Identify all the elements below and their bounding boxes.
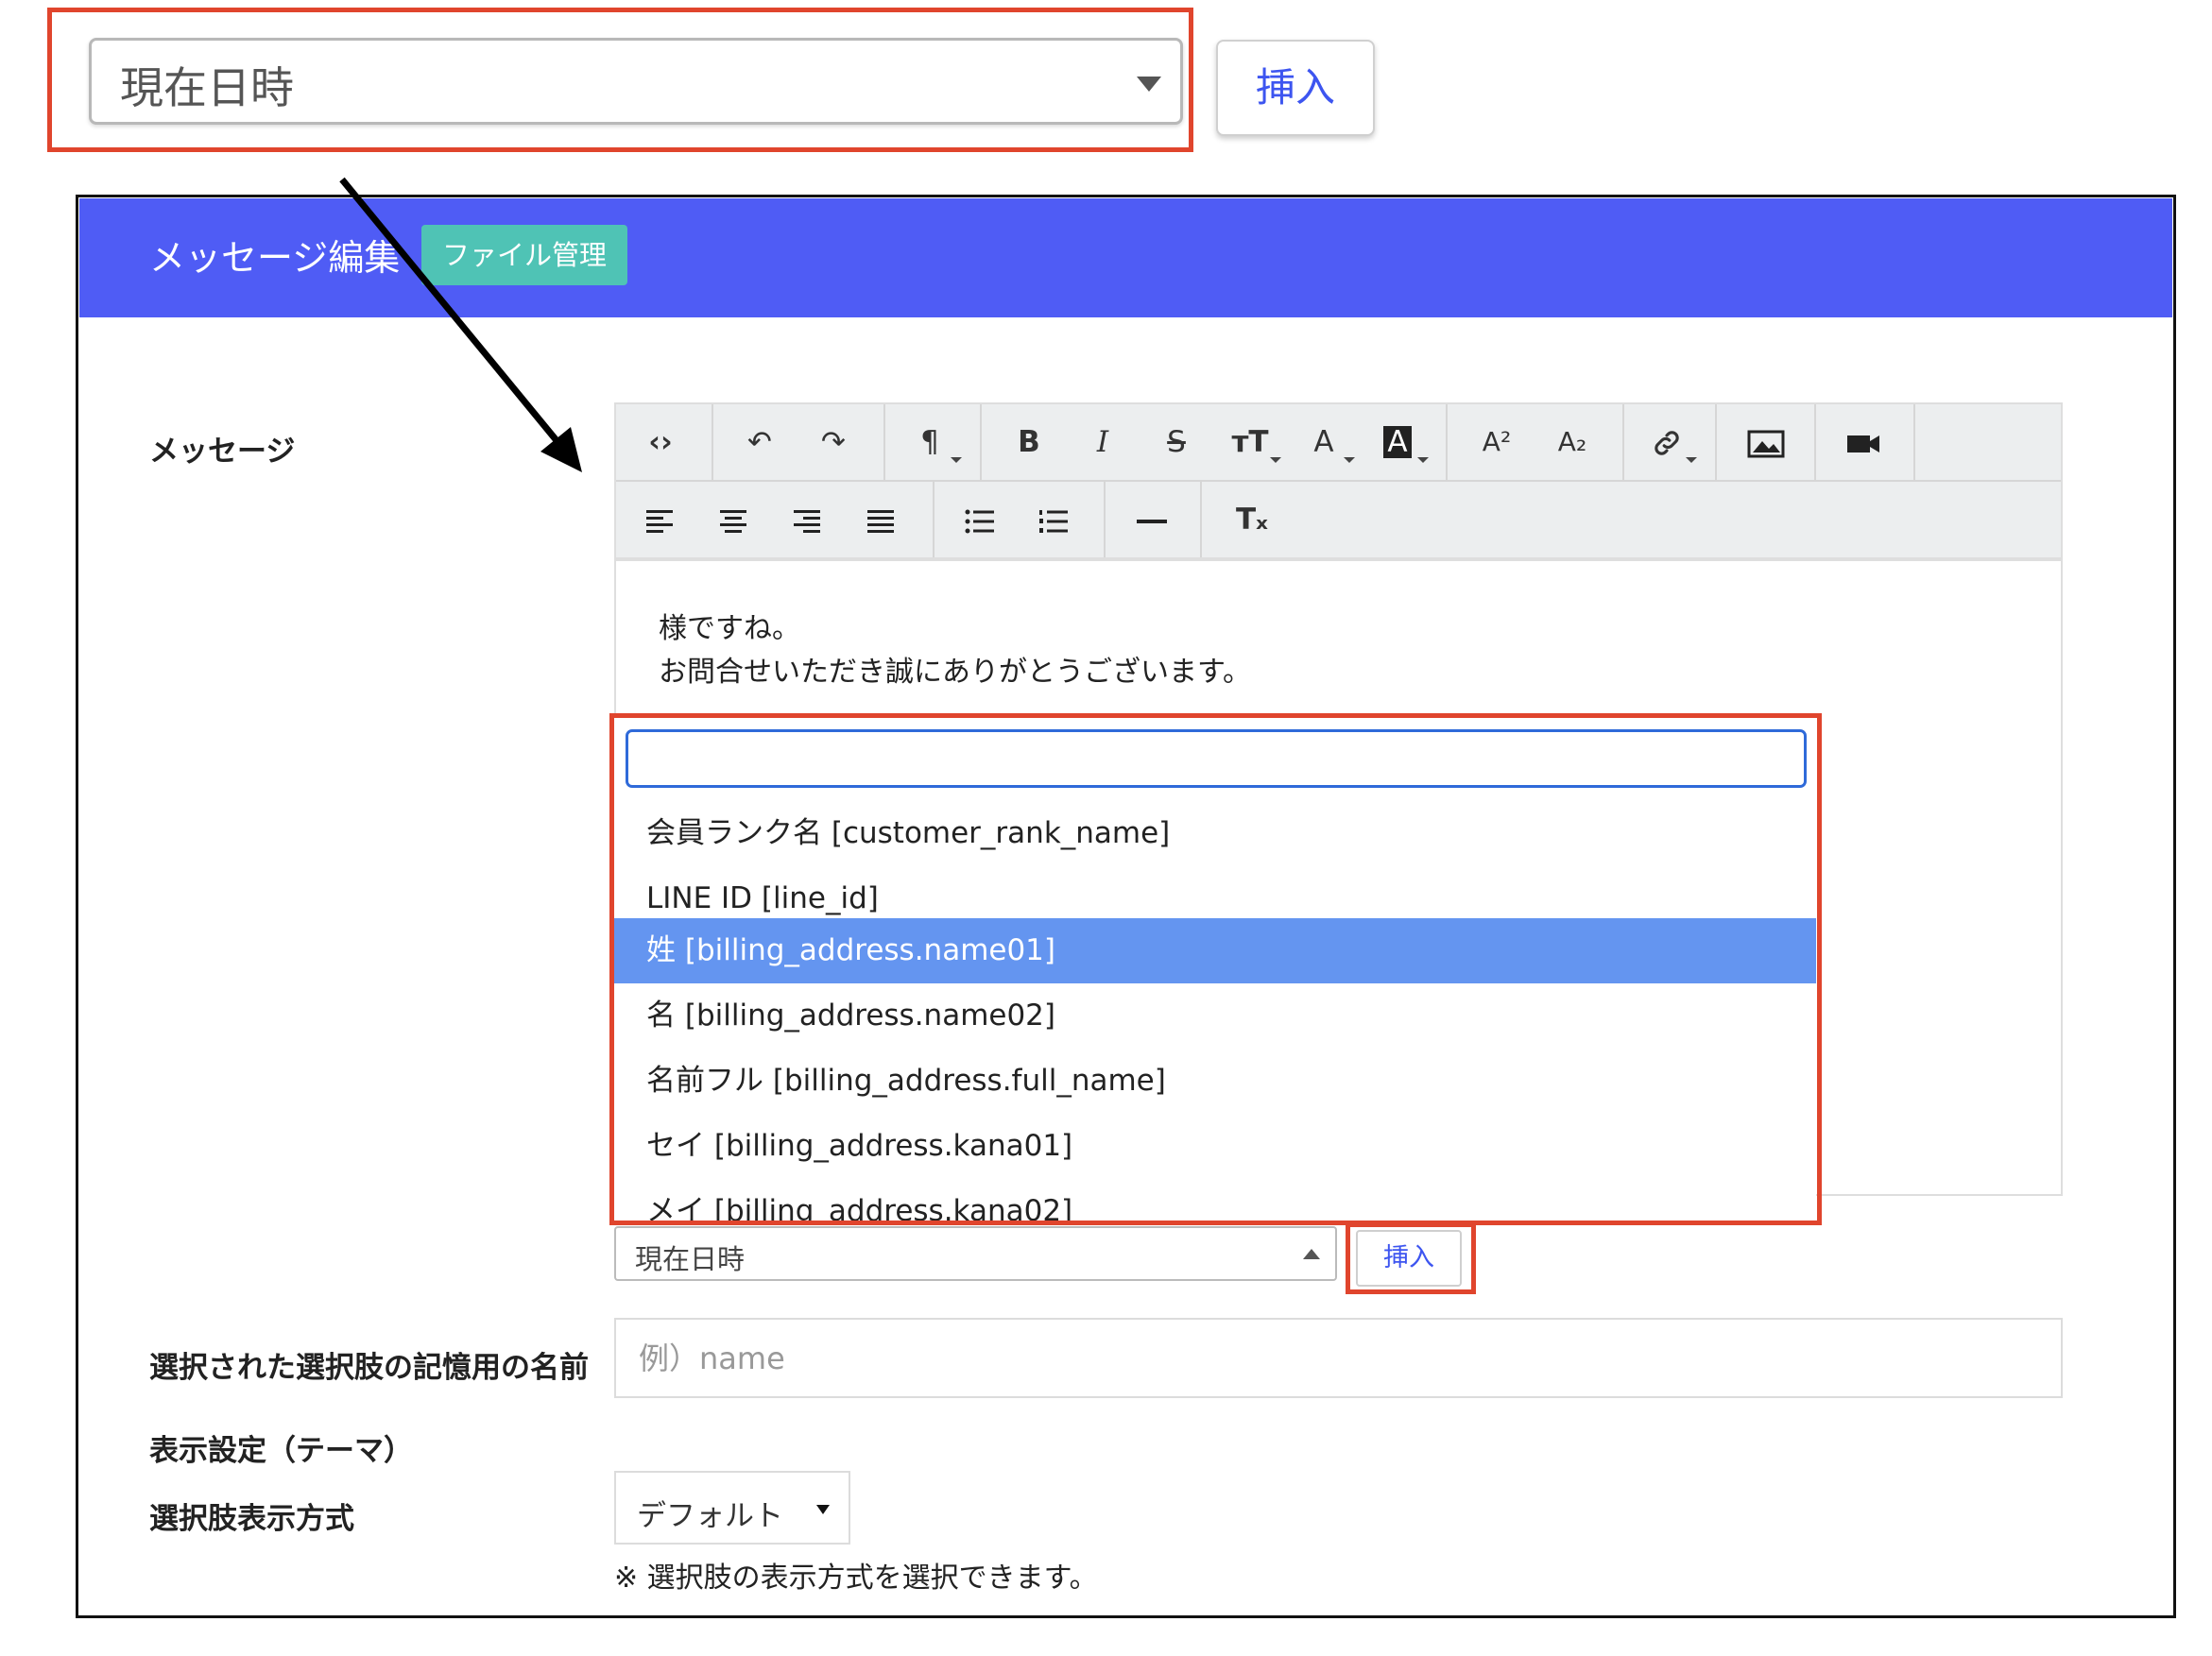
horizontal-rule-glyph <box>1137 519 1167 523</box>
caret-down-icon <box>816 1505 830 1514</box>
display-mode-select[interactable]: デフォルト <box>614 1471 850 1545</box>
link-glyph <box>1655 430 1679 455</box>
editor-text-line: お問合せいただき誠にありがとうございます。 <box>659 656 1251 689</box>
numbered-list-glyph <box>1039 509 1068 533</box>
clear-format-icon[interactable]: Tₓ <box>1215 482 1289 557</box>
name-label: 選択された選択肢の記憶用の名前 <box>149 1351 589 1385</box>
background-color-glyph: A <box>1383 426 1412 458</box>
toolbar-divider <box>1104 482 1106 557</box>
caret-up-icon <box>1303 1249 1320 1259</box>
background-color-icon[interactable]: A <box>1361 404 1434 480</box>
insert-button-zoomed[interactable]: 挿入 <box>1216 40 1375 136</box>
align-center-icon[interactable] <box>697 482 771 557</box>
align-center-glyph <box>720 509 746 533</box>
dropdown-caret-icon <box>1344 457 1355 463</box>
image-icon[interactable] <box>1729 404 1803 480</box>
link-icon[interactable] <box>1630 404 1704 480</box>
align-justify-icon[interactable] <box>845 482 918 557</box>
toolbar-divider <box>883 404 885 480</box>
redo-icon[interactable]: ↷ <box>797 404 870 480</box>
display-mode-note: ※ 選択肢の表示方式を選択できます。 <box>614 1562 1098 1595</box>
undo-icon[interactable]: ↶ <box>723 404 797 480</box>
dropdown-caret-icon <box>1686 457 1697 463</box>
toolbar-divider <box>1814 404 1816 480</box>
mode-label: 選択肢表示方式 <box>149 1502 354 1536</box>
toolbar-divider <box>1913 404 1915 480</box>
file-management-button[interactable]: ファイル管理 <box>421 225 627 285</box>
toolbar-divider <box>933 482 935 557</box>
choice-name-input[interactable] <box>616 1320 2061 1396</box>
video-icon[interactable] <box>1826 404 1900 480</box>
align-left-icon[interactable] <box>624 482 697 557</box>
display-mode-value: デフォルト <box>637 1499 783 1533</box>
dropdown-caret-icon <box>1270 457 1281 463</box>
dropdown-caret-icon <box>951 457 962 463</box>
align-left-glyph <box>646 509 673 533</box>
dropdown-caret-icon <box>1417 457 1429 463</box>
toolbar-divider <box>1446 404 1448 480</box>
editor-text-line: 様ですね。 <box>659 612 800 645</box>
caret-down-icon <box>1137 77 1161 92</box>
numbered-list-icon[interactable] <box>1017 482 1090 557</box>
dropdown-highlight-box <box>609 713 1822 1225</box>
align-right-glyph <box>794 509 820 533</box>
paragraph-icon[interactable]: ¶ <box>893 404 967 480</box>
message-label: メッセージ <box>149 435 296 469</box>
font-size-icon[interactable]: тT <box>1213 404 1287 480</box>
video-glyph <box>1847 435 1879 452</box>
strikethrough-icon[interactable]: S <box>1140 404 1213 480</box>
font-color-icon[interactable]: A <box>1287 404 1361 480</box>
variable-select-value: 現在日時 <box>635 1243 746 1275</box>
align-justify-glyph <box>867 509 894 533</box>
bold-icon[interactable]: B <box>992 404 1066 480</box>
variable-select-value: 現在日時 <box>120 62 294 113</box>
toolbar-divider <box>1622 404 1624 480</box>
code-view-icon[interactable]: ‹› <box>624 404 697 480</box>
toolbar-divider <box>980 404 982 480</box>
insert-highlight-box <box>1346 1222 1476 1294</box>
variable-select-zoomed[interactable]: 現在日時 <box>89 38 1183 125</box>
italic-icon[interactable]: I <box>1066 404 1140 480</box>
image-glyph <box>1747 430 1785 457</box>
toolbar-divider <box>712 404 713 480</box>
align-right-icon[interactable] <box>771 482 845 557</box>
toolbar-divider <box>1200 482 1202 557</box>
superscript-icon[interactable]: A² <box>1460 404 1534 480</box>
theme-label: 表示設定（テーマ） <box>149 1434 413 1468</box>
subscript-icon[interactable]: A₂ <box>1535 404 1609 480</box>
toolbar-divider <box>1715 404 1717 480</box>
horizontal-rule-icon[interactable] <box>1115 482 1189 557</box>
name-field-wrapper <box>614 1318 2063 1398</box>
panel-title: メッセージ編集 <box>149 237 401 279</box>
bullet-list-icon[interactable] <box>943 482 1017 557</box>
bullet-list-glyph <box>965 509 994 533</box>
variable-select[interactable]: 現在日時 <box>614 1226 1337 1281</box>
